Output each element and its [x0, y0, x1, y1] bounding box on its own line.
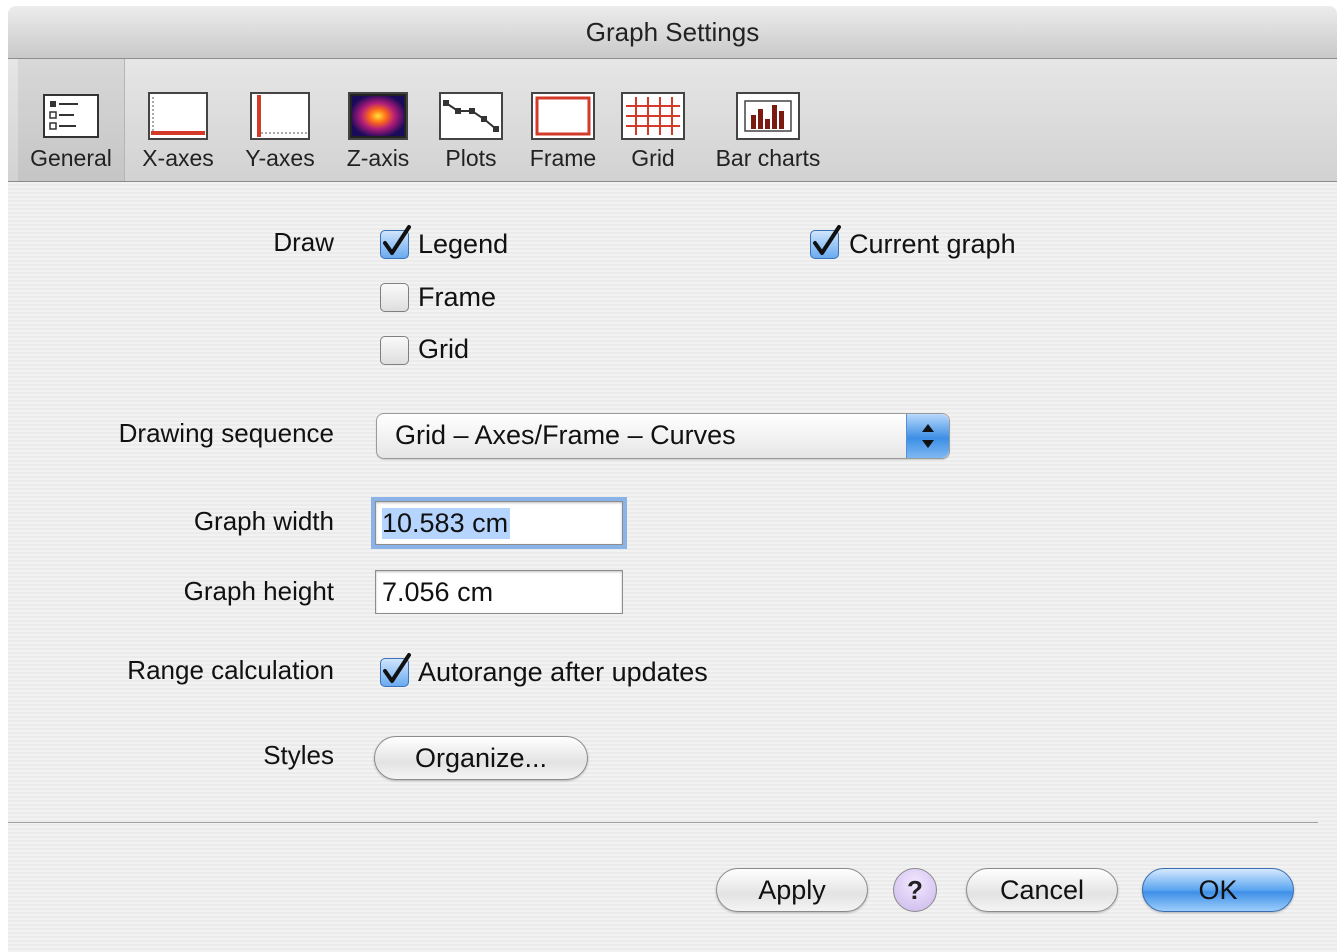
settings-toolbar: General X-axes Y-axes Z-axis Plots Frame…: [8, 59, 1337, 182]
graph-height-label: Graph height: [183, 576, 334, 606]
frame-checkbox[interactable]: [380, 283, 409, 312]
ok-button[interactable]: OK: [1142, 868, 1294, 912]
drawing-sequence-value: Grid – Axes/Frame – Curves: [395, 420, 736, 450]
autorange-label[interactable]: Autorange after updates: [418, 657, 708, 688]
x-axes-icon: [145, 91, 211, 141]
current-graph-label[interactable]: Current graph: [849, 229, 1016, 260]
current-graph-checkbox[interactable]: [810, 225, 841, 259]
grid-label[interactable]: Grid: [418, 334, 469, 365]
checkmark-icon: [383, 653, 411, 683]
tab-z-axis-label: Z-axis: [346, 145, 410, 171]
organize-button[interactable]: Organize...: [374, 736, 588, 780]
divider: [8, 822, 1318, 823]
z-axis-icon: [345, 91, 411, 141]
draw-label: Draw: [273, 227, 334, 257]
legend-checkbox[interactable]: [380, 225, 411, 259]
autorange-checkbox[interactable]: [380, 653, 411, 687]
checkmark-icon: [383, 225, 411, 255]
tab-general-label: General: [30, 145, 112, 171]
tab-bar-charts[interactable]: Bar charts: [702, 59, 834, 181]
help-button[interactable]: ?: [893, 868, 937, 912]
graph-width-value: 10.583 cm: [382, 508, 511, 539]
tab-grid-label: Grid: [631, 145, 675, 171]
cancel-button[interactable]: Cancel: [966, 868, 1118, 912]
tab-general[interactable]: General: [18, 59, 125, 181]
graph-settings-window: Graph Settings General X-axes Y-axes Z-a…: [8, 6, 1337, 952]
tab-x-axes-label: X-axes: [142, 145, 214, 171]
range-calculation-label: Range calculation: [127, 655, 334, 685]
plots-icon: [438, 91, 504, 141]
general-icon: [38, 91, 104, 141]
updown-arrows-icon: [906, 414, 949, 458]
frame-label[interactable]: Frame: [418, 282, 496, 313]
frame-icon: [530, 91, 596, 141]
checkmark-icon: [813, 225, 841, 255]
tab-plots-label: Plots: [445, 145, 497, 171]
drawing-sequence-label: Drawing sequence: [118, 418, 334, 448]
grid-checkbox[interactable]: [380, 336, 409, 365]
window-title: Graph Settings: [8, 6, 1337, 59]
bar-charts-icon: [735, 91, 801, 141]
graph-height-field[interactable]: 7.056 cm: [375, 570, 623, 614]
graph-width-field[interactable]: 10.583 cm: [371, 497, 627, 549]
tab-grid[interactable]: Grid: [612, 59, 694, 181]
styles-label: Styles: [263, 740, 334, 770]
tab-frame[interactable]: Frame: [520, 59, 606, 181]
tab-frame-label: Frame: [529, 145, 597, 171]
graph-height-value: 7.056 cm: [382, 577, 494, 607]
legend-label[interactable]: Legend: [418, 229, 508, 260]
tab-x-axes[interactable]: X-axes: [132, 59, 224, 181]
graph-width-label: Graph width: [193, 506, 334, 536]
drawing-sequence-select[interactable]: Grid – Axes/Frame – Curves: [376, 413, 950, 459]
tab-plots[interactable]: Plots: [428, 59, 514, 181]
tab-z-axis[interactable]: Z-axis: [336, 59, 420, 181]
tab-y-axes-label: Y-axes: [245, 145, 315, 171]
tab-y-axes[interactable]: Y-axes: [234, 59, 326, 181]
tab-bar-charts-label: Bar charts: [715, 145, 821, 171]
apply-button[interactable]: Apply: [716, 868, 868, 912]
y-axes-icon: [247, 91, 313, 141]
grid-icon: [620, 91, 686, 141]
